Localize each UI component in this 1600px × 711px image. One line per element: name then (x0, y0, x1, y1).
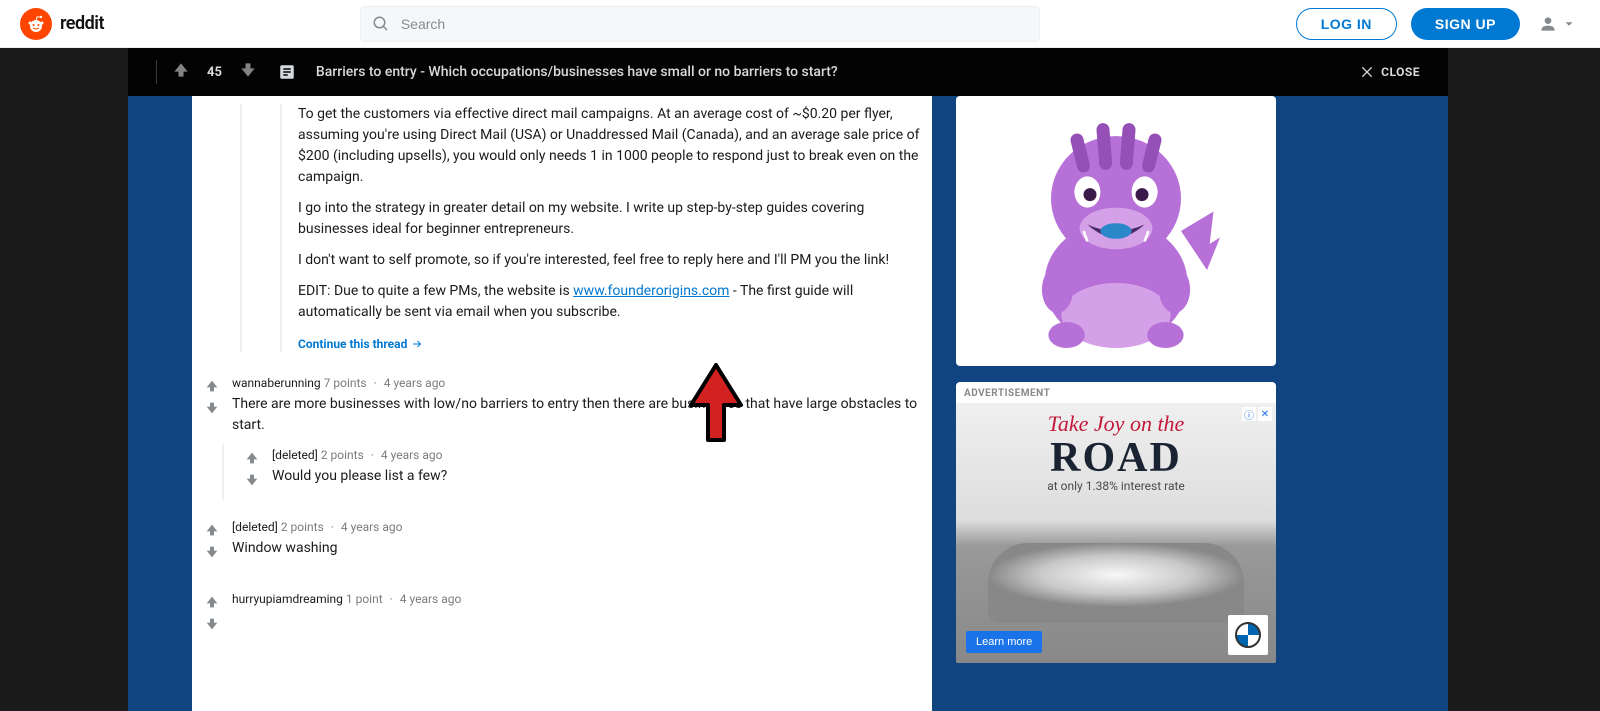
comment-author[interactable]: [deleted] (232, 520, 278, 534)
downvote-button[interactable] (238, 60, 258, 84)
external-link[interactable]: www.founderorigins.com (573, 283, 729, 299)
dragon-mascot-icon (986, 101, 1246, 361)
continue-thread-link[interactable]: Continue this thread (298, 337, 423, 351)
downvote-button[interactable] (244, 472, 260, 492)
login-button[interactable]: LOG IN (1296, 8, 1397, 40)
ad-car-image (988, 543, 1244, 623)
ad-headline-script: Take Joy on the (956, 411, 1276, 437)
downvote-button[interactable] (204, 400, 220, 420)
comment-author[interactable]: hurryupiamdreaming (232, 592, 343, 606)
post-score: 45 (207, 65, 222, 80)
comment-text: Would you please list a few? (272, 466, 924, 487)
comment-paragraph: To get the customers via effective direc… (298, 104, 924, 188)
reddit-logo-icon (20, 8, 52, 40)
arrow-right-icon (411, 338, 423, 350)
ad-headline-big: ROAD (956, 437, 1276, 479)
comment: [deleted] 2 points · 4 years ago Window … (200, 516, 924, 572)
advertisement-card: ADVERTISEMENT ⓘ ✕ Take Joy on the ROAD a… (956, 382, 1276, 663)
comment: hurryupiamdreaming 1 point · 4 years ago (200, 588, 924, 644)
user-menu[interactable] (1534, 10, 1580, 38)
downvote-button[interactable] (204, 616, 220, 636)
comment-text: Window washing (232, 538, 924, 559)
post-modal: 45 Barriers to entry - Which occupations… (128, 48, 1448, 711)
comment-points: 2 points (321, 448, 364, 462)
comment-author[interactable]: [deleted] (272, 448, 318, 462)
brand-text: reddit (60, 13, 104, 34)
close-label: CLOSE (1381, 65, 1420, 79)
comment-age: 4 years ago (341, 520, 403, 534)
comment-meta: [deleted] 2 points · 4 years ago (272, 448, 924, 462)
comment-meta: [deleted] 2 points · 4 years ago (232, 520, 924, 534)
post-titlebar: 45 Barriers to entry - Which occupations… (128, 48, 1448, 96)
comment-points: 2 points (281, 520, 324, 534)
signup-button[interactable]: SIGN UP (1411, 8, 1520, 40)
search-wrap (360, 6, 1040, 42)
bmw-logo-icon (1235, 622, 1261, 648)
comment-age: 4 years ago (381, 448, 443, 462)
close-icon (1359, 64, 1375, 80)
comment-paragraph: EDIT: Due to quite a few PMs, the websit… (298, 281, 924, 323)
top-navigation: reddit LOG IN SIGN UP (0, 0, 1600, 48)
text-post-icon (278, 63, 296, 81)
upvote-button[interactable] (204, 594, 220, 614)
comment: wannaberunning 7 points · 4 years ago Th… (200, 372, 924, 444)
logo[interactable]: reddit (20, 8, 104, 40)
ad-content[interactable]: ⓘ ✕ Take Joy on the ROAD at only 1.38% i… (956, 403, 1276, 663)
upvote-button[interactable] (171, 60, 191, 84)
ad-label: ADVERTISEMENT (956, 382, 1276, 403)
comment-points: 1 point (346, 592, 383, 606)
comment-age: 4 years ago (384, 376, 446, 390)
nav-right: LOG IN SIGN UP (1296, 8, 1580, 40)
community-mascot-card (956, 96, 1276, 366)
comment: [deleted] 2 points · 4 years ago Would y… (240, 444, 924, 500)
comment-paragraph: I go into the strategy in greater detail… (298, 198, 924, 240)
comment-points: 7 points (324, 376, 367, 390)
comment-paragraph: I don't want to self promote, so if you'… (298, 250, 924, 271)
comment-body: To get the customers via effective direc… (298, 104, 924, 323)
person-icon (1538, 14, 1558, 34)
downvote-button[interactable] (204, 544, 220, 564)
comment-text: There are more businesses with low/no ba… (232, 394, 924, 436)
comments-column: To get the customers via effective direc… (192, 96, 932, 711)
chevron-down-icon (1562, 17, 1576, 31)
comment-age: 4 years ago (400, 592, 462, 606)
search-input[interactable] (360, 6, 1040, 42)
comment-author[interactable]: wannaberunning (232, 376, 321, 390)
ad-subtext: at only 1.38% interest rate (956, 479, 1276, 493)
comment-meta: hurryupiamdreaming 1 point · 4 years ago (232, 592, 924, 606)
upvote-button[interactable] (204, 522, 220, 542)
comment-meta: wannaberunning 7 points · 4 years ago (232, 376, 924, 390)
upvote-button[interactable] (204, 378, 220, 398)
sidebar: ADVERTISEMENT ⓘ ✕ Take Joy on the ROAD a… (956, 96, 1276, 711)
post-title: Barriers to entry - Which occupations/bu… (316, 64, 838, 80)
ad-cta-button[interactable]: Learn more (966, 631, 1042, 653)
search-icon (372, 15, 390, 37)
close-button[interactable]: CLOSE (1359, 64, 1420, 80)
ad-brand-logo (1228, 615, 1268, 655)
upvote-button[interactable] (244, 450, 260, 470)
